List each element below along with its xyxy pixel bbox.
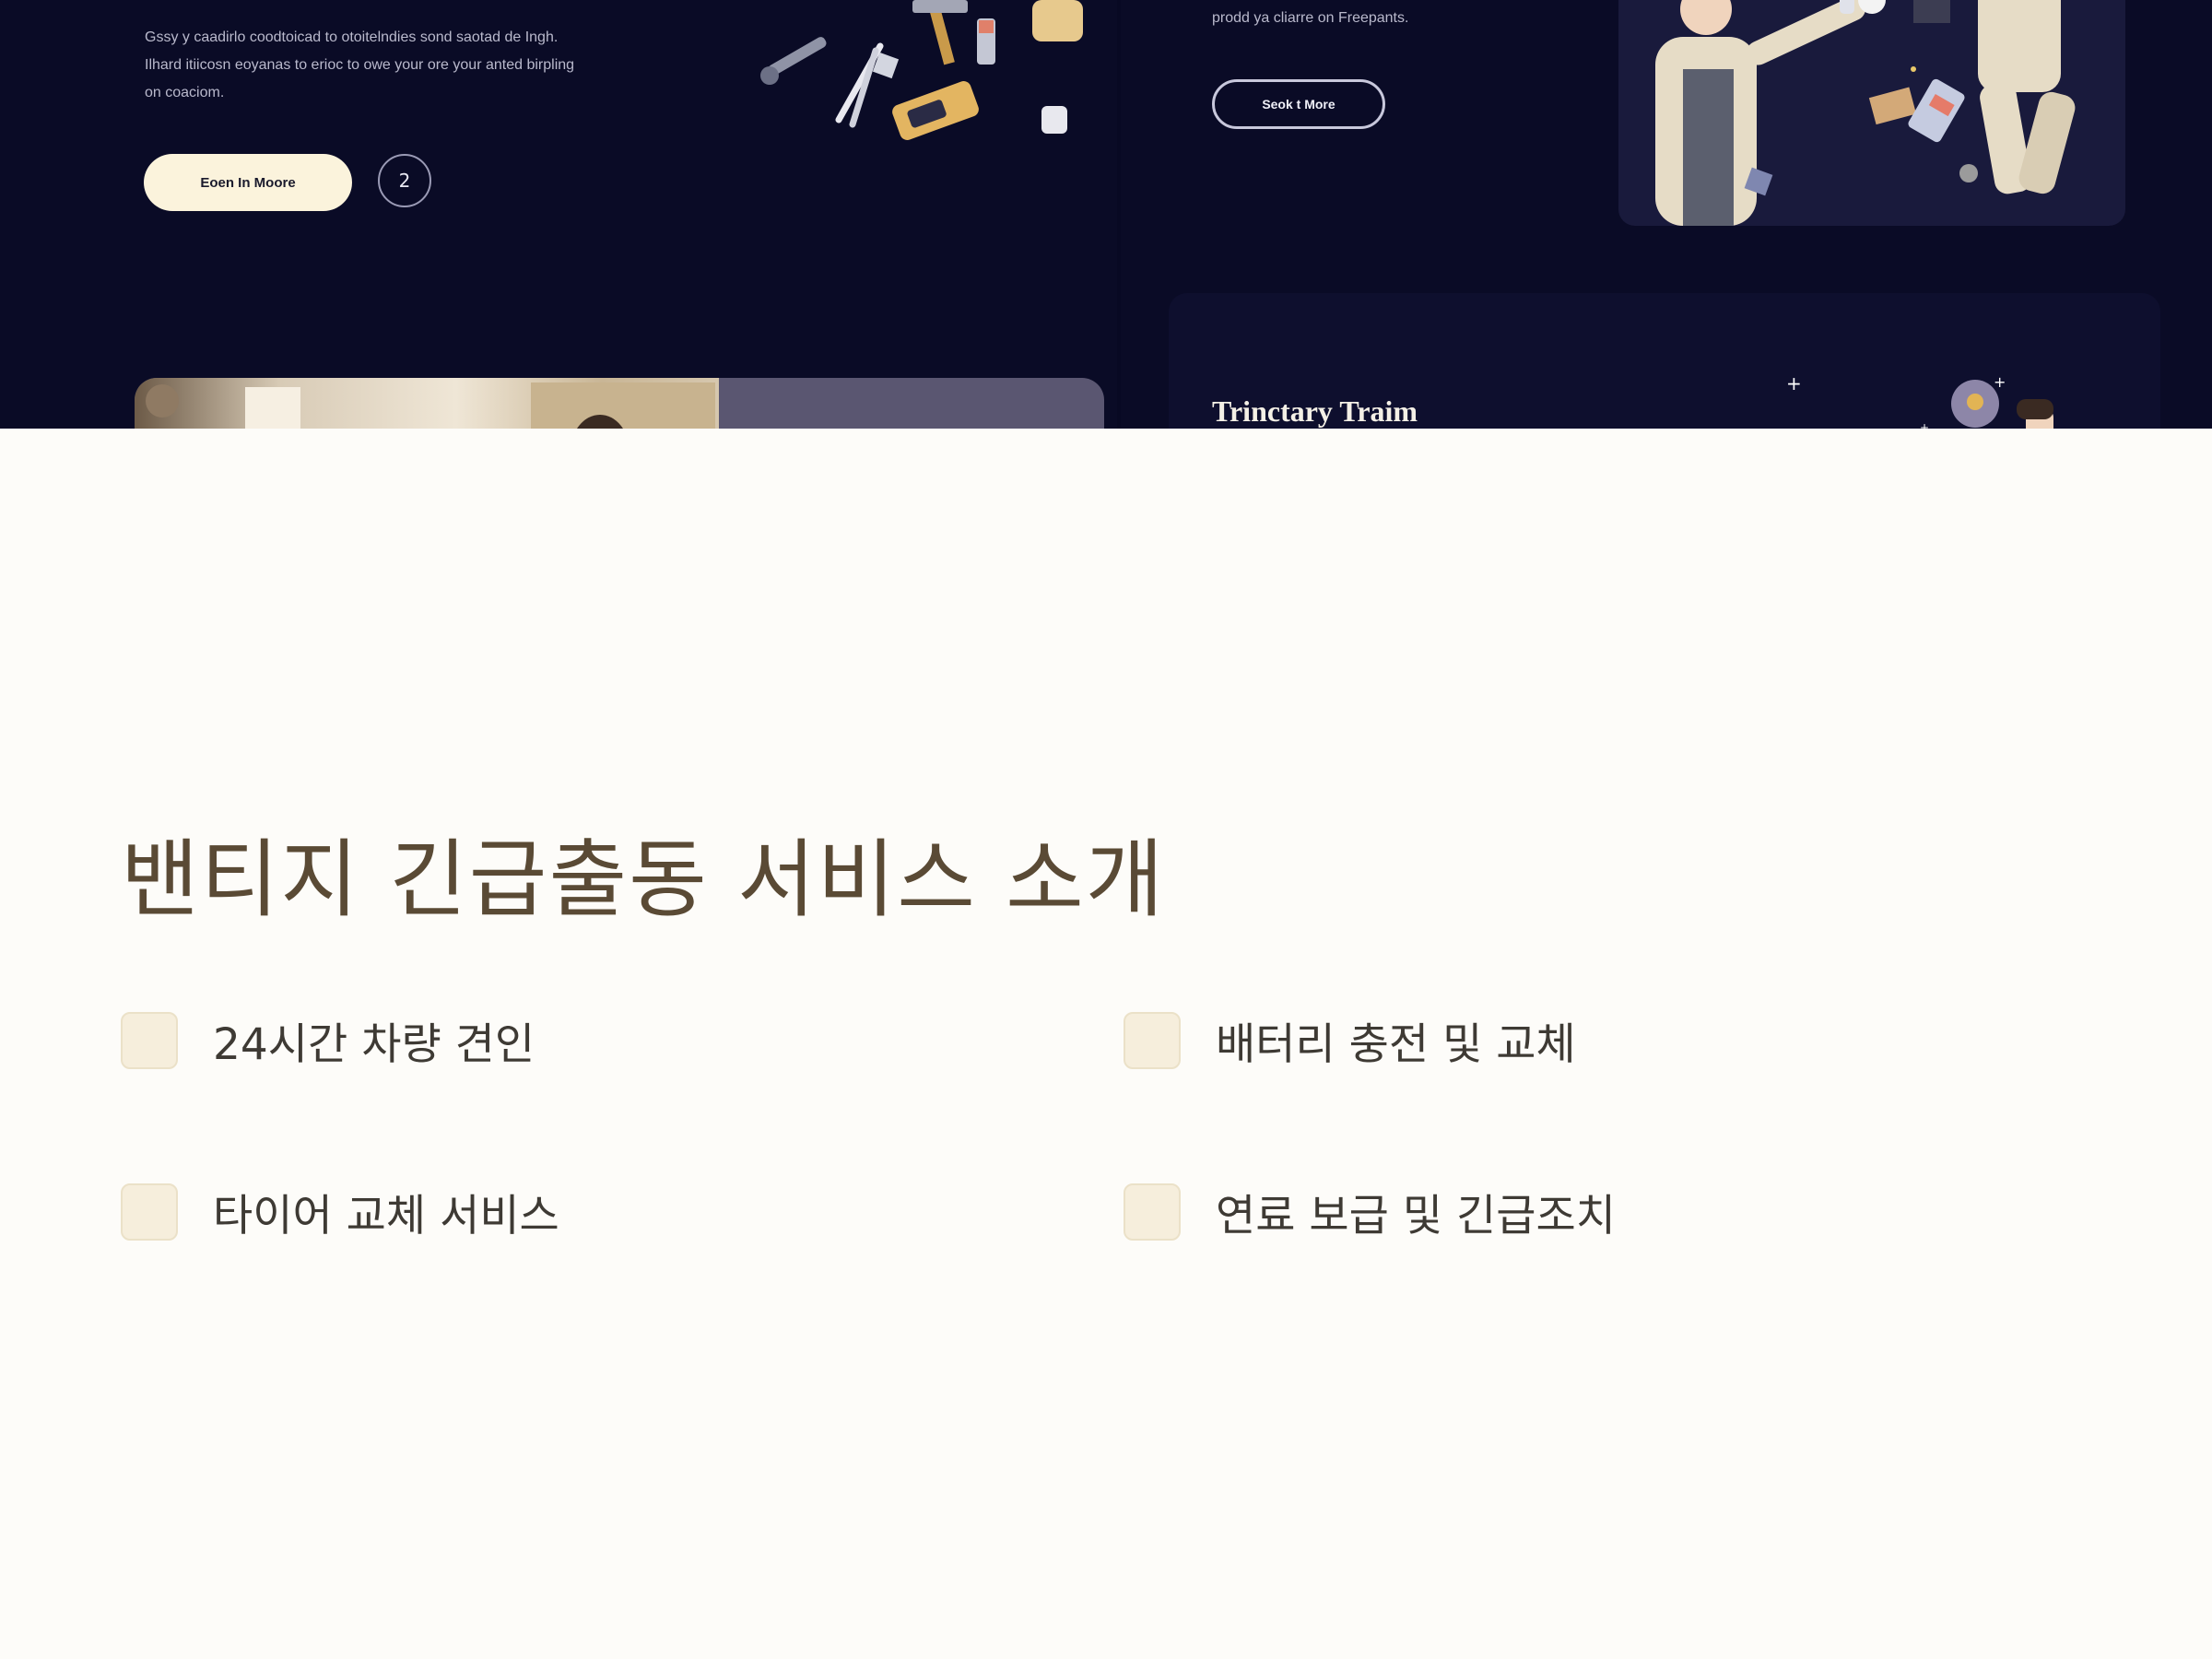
service-item-fuel: 연료 보급 및 긴급조치 [1124,1180,1616,1243]
card-title: Trinctary Traim [1212,394,1418,428]
service-item-label: 24시간 차량 견인 [213,1019,535,1070]
wrench-icon [760,37,827,85]
workers-illustration-card [1618,0,2125,226]
svg-text:+: + [1920,421,1929,429]
floating-items [1744,0,1978,196]
checkbox-square[interactable] [121,1011,178,1069]
hero-right-description: prodd ya cliarre on Freepants. [1212,10,1409,26]
hero-screenshot-band: Gssy y caadirlo coodtoicad to otoitelndi… [0,0,2212,429]
interior-photo [135,378,719,429]
workers-illustration [1655,0,2076,226]
service-item-tire: 타이어 교체 서비스 [121,1180,559,1243]
checkbox-square[interactable] [121,1182,178,1241]
space-illustration: + + + [1786,372,2053,429]
service-item-label: 타이어 교체 서비스 [213,1191,559,1241]
cup-icon [1041,106,1067,134]
seek-more-button[interactable]: Seok t More [1212,79,1385,129]
pliers-icon [835,42,884,128]
svg-text:+: + [1994,373,2006,391]
paint-bucket-icon [977,18,995,65]
checkbox-square[interactable] [1124,1011,1181,1069]
checkbox-square[interactable] [1124,1182,1181,1241]
bottom-left-card [135,378,1104,429]
service-item-battery: 배터리 충전 및 교체 [1124,1008,1576,1072]
service-item-towing: 24시간 차량 견인 [121,1008,535,1072]
tape-icon [1032,0,1083,41]
service-item-label: 배터리 충전 및 교체 [1216,1019,1576,1070]
drill-icon [892,81,979,140]
svg-text:+: + [1786,372,1802,394]
photo-art [146,382,715,429]
card-divider [1117,0,1121,429]
section-title: 밴티지 긴급출동 서비스 소개 [121,830,1166,929]
hammer-icon [912,0,968,65]
hero-left-description: Gssy y caadirlo coodtoicad to otoitelndi… [145,29,575,100]
worker-left-figure [1655,0,1886,226]
learn-more-button[interactable]: Eoen In Moore [144,154,352,211]
tools-illustration [760,0,1083,140]
service-item-label: 연료 보급 및 긴급조치 [1216,1191,1616,1241]
circle-button[interactable]: 2 [378,154,431,207]
